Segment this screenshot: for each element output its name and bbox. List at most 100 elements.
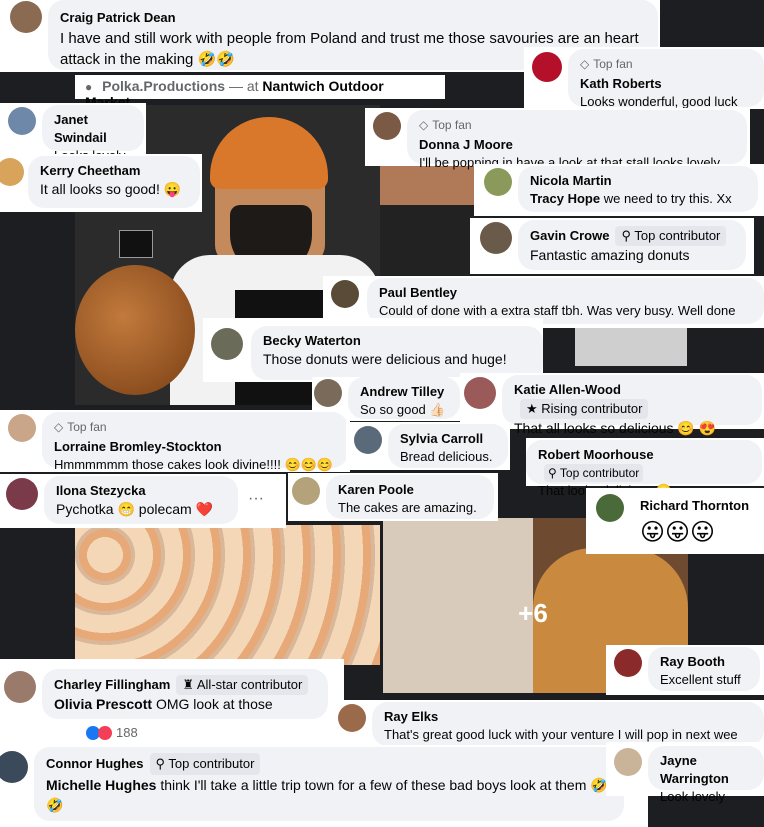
commenter-name[interactable]: Robert Moorhouse⚲ Top contributor (538, 446, 750, 482)
comment-bubble: Janet Swindail Looks lovely (42, 105, 144, 163)
top-fan-badge: ◇ Top fan (54, 420, 107, 434)
comment-text: Michelle Hughes think I'll take a little… (46, 777, 608, 813)
more-photos-overlay[interactable]: +6 (493, 588, 573, 638)
avatar[interactable] (10, 1, 42, 33)
comment-text: Tracy Hope we need to try this. Xx (530, 191, 732, 206)
stall-shelf (380, 205, 475, 275)
avatar[interactable] (464, 377, 496, 409)
commenter-name[interactable]: Lorraine Bromley-Stockton (54, 438, 336, 456)
comment-bubble: Becky Waterton Those donuts were delicio… (251, 326, 543, 380)
commenter-name[interactable]: Kerry Cheetham (40, 162, 188, 180)
avatar[interactable] (292, 477, 320, 505)
comment-bubble: Connor Hughes ⚲ Top contributor Michelle … (34, 747, 624, 821)
commenter-name[interactable]: Ray Booth (660, 653, 748, 671)
bread-loaf (75, 265, 195, 395)
comment-card: Charley Fillingham ♜ All-star contributor… (0, 659, 344, 747)
photo-stall-right[interactable] (575, 328, 687, 366)
avatar[interactable] (331, 280, 359, 308)
diamond-icon: ◇ (580, 57, 590, 71)
comment-bubble: Andrew Tilley So so good 👍🏻 (348, 377, 460, 419)
commenter-name[interactable]: Craig Patrick Dean (60, 7, 646, 28)
commenter-name[interactable]: Gavin Crowe ⚲ Top contributor (530, 226, 734, 246)
comment-card: Sylvia Carroll Bread delicious. (346, 422, 510, 470)
comment-bubble: Ray Elks That's great good luck with you… (372, 702, 764, 746)
photo-stall-top[interactable] (380, 165, 475, 275)
avatar[interactable] (4, 671, 36, 703)
avatar[interactable] (614, 748, 642, 776)
globe-icon: ● (85, 80, 93, 94)
comment-bubble: ◇ Top fan Donna J Moore I'll be popping i… (407, 110, 747, 170)
comment-card: Ilona Stezycka Pychotka 😁 polecam ❤️ ··· (0, 474, 286, 528)
comment-text: It all looks so good! 😛 (40, 181, 182, 197)
avatar[interactable] (314, 379, 342, 407)
commenter-name[interactable]: Sylvia Carroll (400, 430, 496, 448)
avatar[interactable] (8, 107, 36, 135)
top-fan-badge: ◇ Top fan (419, 118, 472, 132)
commenter-name[interactable]: Andrew Tilley (360, 383, 448, 401)
comment-card: Robert Moorhouse⚲ Top contributor That l… (526, 438, 764, 498)
avatar[interactable] (8, 414, 36, 442)
comment-card: Kerry Cheetham It all looks so good! 😛 (0, 154, 202, 212)
comment-text: That all looks so delicious 😊 😍 (514, 420, 717, 436)
comment-card: Nicola Martin Tracy Hope we need to try … (474, 164, 764, 216)
avatar[interactable] (6, 478, 38, 510)
comment-card: ◇ Top fan Kath Roberts Looks wonderful, g… (524, 47, 764, 109)
commenter-name[interactable]: Donna J Moore (419, 136, 735, 154)
avatar[interactable] (480, 222, 512, 254)
avatar[interactable] (596, 494, 624, 522)
page-name[interactable]: Polka.Productions (102, 78, 225, 94)
badge-icon: ⚲ (548, 466, 557, 480)
location-prefix: — at (228, 78, 259, 94)
commenter-name[interactable]: Nicola Martin (530, 172, 746, 190)
comment-text: Pychotka 😁 polecam ❤️ (56, 501, 214, 517)
commenter-name[interactable]: Kath Roberts (580, 75, 752, 93)
mention-link[interactable]: Michelle Hughes (46, 777, 156, 793)
donut-tray (75, 525, 380, 665)
diamond-icon: ◇ (419, 118, 429, 132)
mention-link[interactable]: Olivia Prescott (54, 696, 152, 712)
commenter-name[interactable]: Katie Allen-Wood★ Rising contributor (514, 381, 750, 419)
avatar[interactable] (211, 328, 243, 360)
comment-card: Richard Thornton 😛😛😛 (586, 488, 764, 554)
star-icon: ★ (526, 401, 538, 416)
top-contributor-badge: ⚲ Top contributor (149, 753, 261, 775)
commenter-name[interactable]: Ilona Stezycka (56, 482, 226, 500)
commenter-name[interactable]: Jayne Warrington (660, 752, 752, 788)
avatar[interactable] (373, 112, 401, 140)
avatar[interactable] (484, 168, 512, 196)
reaction-count: 188 (116, 725, 138, 740)
top-contributor-badge: ⚲ Top contributor (615, 226, 727, 246)
comment-card: Jayne Warrington Look lovely (606, 742, 764, 804)
photo-donuts[interactable] (75, 525, 380, 665)
avatar[interactable] (614, 649, 642, 677)
comment-bubble: Ilona Stezycka Pychotka 😁 polecam ❤️ (44, 476, 238, 524)
commenter-name[interactable]: Janet Swindail (54, 111, 132, 147)
mention-link[interactable]: Tracy Hope (530, 191, 600, 206)
comment-text: Those donuts were delicious and huge! (263, 351, 507, 367)
price-tag (119, 230, 153, 258)
reactions[interactable]: 188 (86, 725, 138, 740)
top-contributor-badge: ⚲ Top contributor (544, 464, 644, 482)
comment-text: Hmmmmmm those cakes look divine!!!! 😊😊😊 (54, 457, 334, 472)
commenter-name[interactable]: Paul Bentley (379, 284, 752, 302)
comment-bubble: Robert Moorhouse⚲ Top contributor That l… (526, 440, 762, 498)
avatar[interactable] (532, 52, 562, 82)
commenter-name[interactable]: Ray Elks (384, 708, 752, 726)
comment-card: Ray Booth Excellent stuff (606, 645, 764, 695)
commenter-name[interactable]: Becky Waterton (263, 332, 531, 350)
top-fan-badge: ◇ Top fan (580, 57, 633, 71)
more-icon[interactable]: ··· (248, 490, 264, 508)
comment-bubble: Katie Allen-Wood★ Rising contributor Tha… (502, 375, 762, 436)
commenter-name[interactable]: Connor Hughes ⚲ Top contributor (46, 753, 612, 775)
all-star-contributor-badge: ♜ All-star contributor (176, 675, 309, 695)
commenter-name[interactable]: Charley Fillingham ♜ All-star contributor (54, 675, 316, 695)
love-icon (98, 725, 112, 740)
avatar[interactable] (0, 751, 28, 783)
comment-bubble: Sylvia Carroll Bread delicious. (388, 424, 508, 468)
avatar[interactable] (354, 426, 382, 454)
baker-hat (210, 117, 328, 189)
commenter-name[interactable]: Karen Poole (338, 481, 482, 499)
commenter-name[interactable]: Richard Thornton (640, 498, 749, 513)
avatar[interactable] (338, 704, 366, 732)
avatar[interactable] (0, 158, 24, 186)
